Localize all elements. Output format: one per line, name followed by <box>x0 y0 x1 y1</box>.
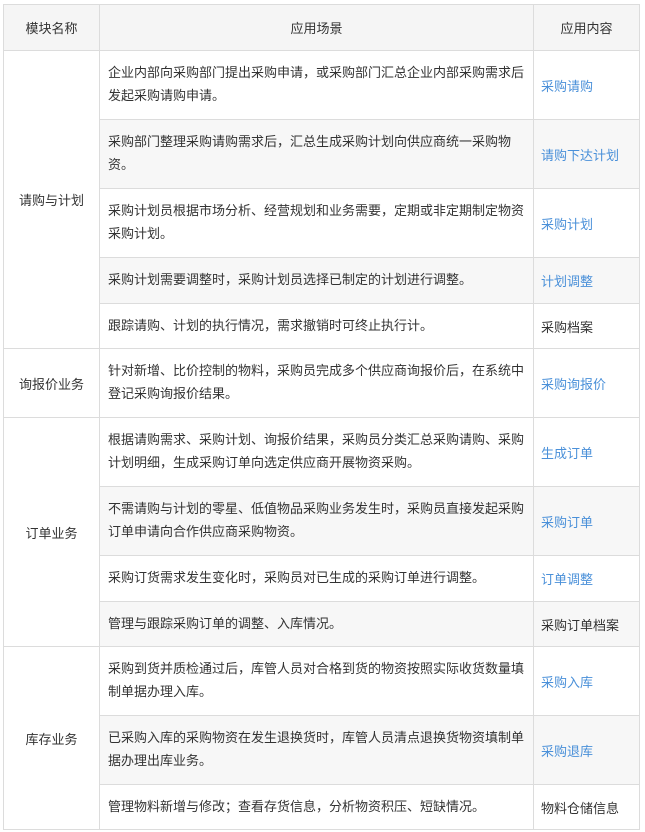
table-row: 管理与跟踪采购订单的调整、入库情况。 采购订单档案 <box>4 601 640 647</box>
content-text: 物料仓储信息 <box>541 801 620 817</box>
scene-cell: 针对新增、比价控制的物料，采购员完成多个供应商询报价后，在系统中登记采购询报价结… <box>99 348 534 418</box>
content-link[interactable]: 采购询报价 <box>541 378 606 393</box>
scene-cell: 管理与跟踪采购订单的调整、入库情况。 <box>99 601 534 647</box>
module-cell: 订单业务 <box>3 417 100 647</box>
table-row: 采购部门整理采购请购需求后，汇总生成采购计划向供应商统一采购物资。 请购下达计划 <box>4 119 640 189</box>
content-link[interactable]: 采购订单 <box>541 516 593 531</box>
content-link[interactable]: 生成订单 <box>541 447 593 462</box>
table-row: 采购计划员根据市场分析、经营规划和业务需要，定期或非定期制定物资采购计划。 采购… <box>4 188 640 258</box>
header-scene: 应用场景 <box>99 4 534 51</box>
content-link[interactable]: 计划调整 <box>541 275 593 290</box>
content-link[interactable]: 请购下达计划 <box>541 149 619 164</box>
module-table: 模块名称 应用场景 应用内容 请购与计划 企业内部向采购部门提出采购申请，或采购… <box>3 4 640 830</box>
scene-cell: 管理物料新增与修改；查看存货信息，分析物资积压、短缺情况。 <box>99 784 534 830</box>
content-link[interactable]: 采购计划 <box>541 218 593 233</box>
module-cell: 库存业务 <box>3 646 100 830</box>
scene-cell: 企业内部向采购部门提出采购申请，或采购部门汇总企业内部采购需求后发起采购请购申请… <box>99 50 534 120</box>
content-link[interactable]: 采购退库 <box>541 745 593 760</box>
table-row: 订单业务 根据请购需求、采购计划、询报价结果，采购员分类汇总采购请购、采购计划明… <box>3 417 640 647</box>
scene-cell: 不需请购与计划的零星、低值物品采购业务发生时，采购员直接发起采购订单申请向合作供… <box>99 486 534 556</box>
scene-cell: 根据请购需求、采购计划、询报价结果，采购员分类汇总采购请购、采购计划明细，生成采… <box>99 417 534 487</box>
scene-cell: 采购订货需求发生变化时，采购员对已生成的采购订单进行调整。 <box>99 555 534 602</box>
scene-cell: 已采购入库的采购物资在发生退换货时，库管人员清点退换货物资填制单据办理出库业务。 <box>99 715 534 785</box>
scene-cell: 采购计划需要调整时，采购计划员选择已制定的计划进行调整。 <box>99 257 534 304</box>
table-header-row: 模块名称 应用场景 应用内容 <box>3 4 640 51</box>
header-module: 模块名称 <box>3 4 100 51</box>
table-row: 已采购入库的采购物资在发生退换货时，库管人员清点退换货物资填制单据办理出库业务。… <box>4 715 640 785</box>
table-row: 请购与计划 企业内部向采购部门提出采购申请，或采购部门汇总企业内部采购需求后发起… <box>3 50 640 349</box>
table-row: 管理物料新增与修改；查看存货信息，分析物资积压、短缺情况。 物料仓储信息 <box>4 784 640 830</box>
content-text: 采购订单档案 <box>541 618 620 634</box>
table-row: 采购计划需要调整时，采购计划员选择已制定的计划进行调整。 计划调整 <box>4 257 640 304</box>
table-row: 跟踪请购、计划的执行情况，需求撤销时可终止执行计。 采购档案 <box>4 303 640 349</box>
content-link[interactable]: 采购入库 <box>541 676 593 691</box>
scene-cell: 采购到货并质检通过后，库管人员对合格到货的物资按照实际收货数量填制单据办理入库。 <box>99 646 534 716</box>
content-link[interactable]: 采购请购 <box>541 80 593 95</box>
scene-cell: 采购计划员根据市场分析、经营规划和业务需要，定期或非定期制定物资采购计划。 <box>99 188 534 258</box>
module-cell: 请购与计划 <box>3 50 100 349</box>
table-row: 库存业务 采购到货并质检通过后，库管人员对合格到货的物资按照实际收货数量填制单据… <box>3 646 640 830</box>
scene-cell: 采购部门整理采购请购需求后，汇总生成采购计划向供应商统一采购物资。 <box>99 119 534 189</box>
table-row: 询报价业务 针对新增、比价控制的物料，采购员完成多个供应商询报价后，在系统中登记… <box>3 348 640 418</box>
scene-cell: 跟踪请购、计划的执行情况，需求撤销时可终止执行计。 <box>99 303 534 349</box>
module-cell: 询报价业务 <box>3 348 100 418</box>
content-link[interactable]: 订单调整 <box>541 573 593 588</box>
header-content: 应用内容 <box>533 4 640 51</box>
table-row: 采购订货需求发生变化时，采购员对已生成的采购订单进行调整。 订单调整 <box>4 555 640 602</box>
content-text: 采购档案 <box>541 320 594 336</box>
table-row: 不需请购与计划的零星、低值物品采购业务发生时，采购员直接发起采购订单申请向合作供… <box>4 486 640 556</box>
